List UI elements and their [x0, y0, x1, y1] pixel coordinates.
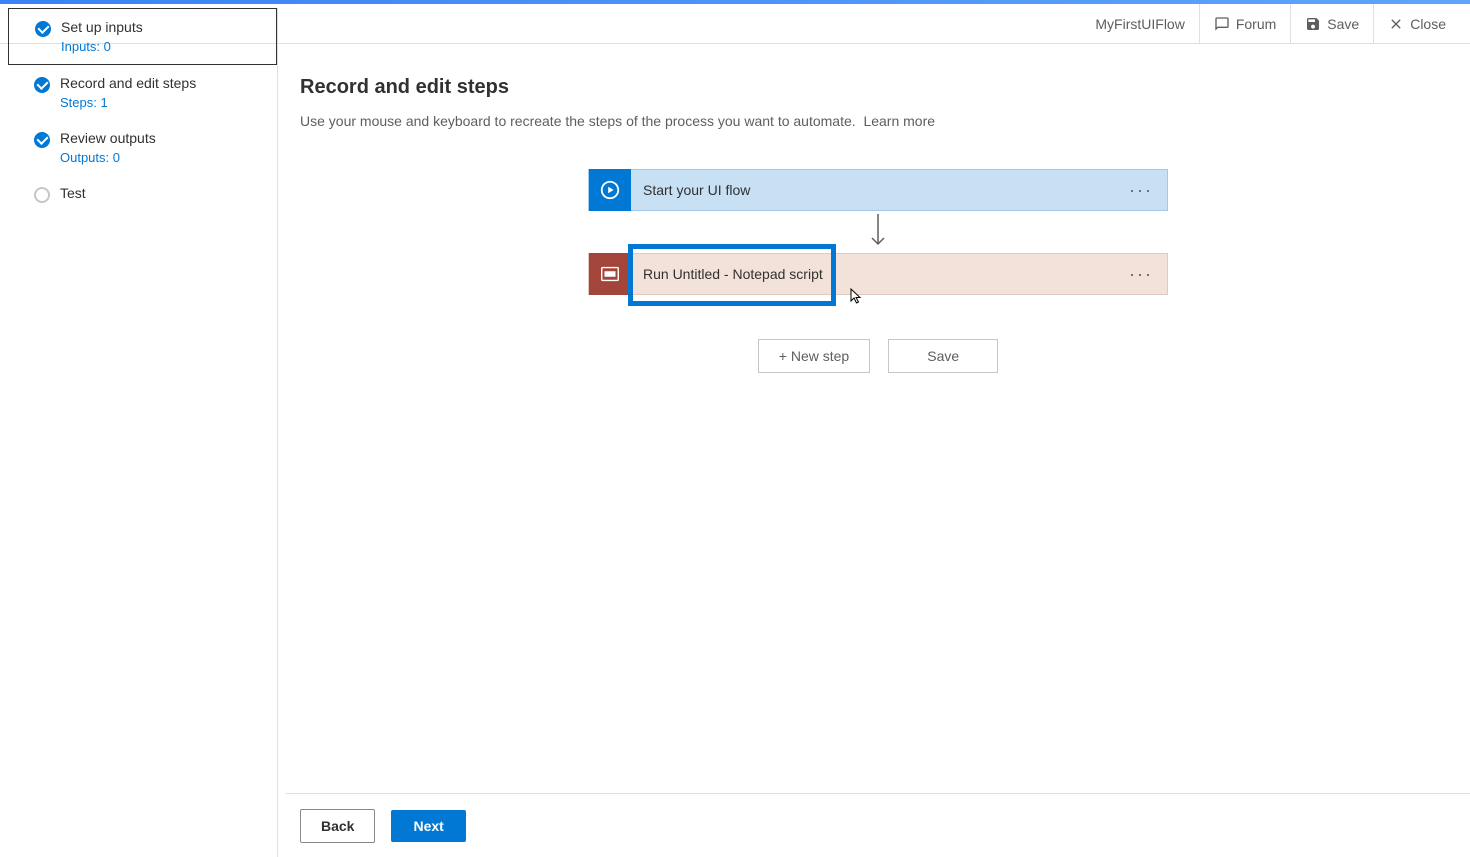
play-icon — [589, 169, 631, 211]
sidebar-step-record[interactable]: Record and edit steps Steps: 1 — [8, 65, 277, 120]
sidebar-step-test[interactable]: Test — [8, 175, 277, 215]
new-step-button[interactable]: + New step — [758, 339, 870, 373]
close-icon — [1388, 16, 1404, 32]
step-title: Review outputs — [60, 130, 265, 146]
header-save-button[interactable]: Save — [1290, 4, 1373, 44]
forum-button[interactable]: Forum — [1199, 4, 1290, 44]
check-icon — [34, 132, 50, 148]
step-content: Set up inputs Inputs: 0 — [61, 19, 264, 54]
card-ellipsis-icon[interactable]: ··· — [1115, 180, 1167, 201]
header-save-label: Save — [1327, 16, 1359, 32]
page-desc-text: Use your mouse and keyboard to recreate … — [300, 113, 856, 129]
back-button[interactable]: Back — [300, 809, 375, 843]
start-card-label: Start your UI flow — [631, 182, 1115, 198]
sidebar-step-inputs[interactable]: Set up inputs Inputs: 0 — [8, 8, 277, 65]
forum-icon — [1214, 16, 1230, 32]
app-icon — [589, 253, 631, 295]
circle-icon — [34, 187, 50, 203]
sidebar: Set up inputs Inputs: 0 Record and edit … — [8, 8, 278, 857]
close-label: Close — [1410, 16, 1446, 32]
flow-script-card[interactable]: Run Untitled - Notepad script ··· — [588, 253, 1168, 295]
canvas-save-button[interactable]: Save — [888, 339, 998, 373]
flow-actions: + New step Save — [758, 339, 998, 373]
close-button[interactable]: Close — [1373, 4, 1460, 44]
step-content: Review outputs Outputs: 0 — [60, 130, 265, 165]
arrow-connector — [868, 211, 888, 253]
step-title: Set up inputs — [61, 19, 264, 35]
script-card-label: Run Untitled - Notepad script — [631, 266, 1115, 282]
flow-name-text: MyFirstUIFlow — [1095, 16, 1184, 32]
sidebar-step-outputs[interactable]: Review outputs Outputs: 0 — [8, 120, 277, 175]
step-title: Test — [60, 185, 265, 201]
flow-start-card[interactable]: Start your UI flow ··· — [588, 169, 1168, 211]
flow-canvas: Start your UI flow ··· Run Untitled - No… — [448, 169, 1308, 373]
learn-more-link[interactable]: Learn more — [863, 113, 935, 129]
flow-name-label: MyFirstUIFlow — [1081, 4, 1198, 44]
card-ellipsis-icon[interactable]: ··· — [1115, 264, 1167, 285]
page-title: Record and edit steps — [300, 76, 1456, 99]
check-icon — [35, 21, 51, 37]
forum-label: Forum — [1236, 16, 1276, 32]
step-content: Test — [60, 185, 265, 201]
step-title: Record and edit steps — [60, 75, 265, 91]
footer-bar: Back Next — [286, 793, 1470, 857]
next-button[interactable]: Next — [391, 810, 465, 842]
cursor-icon — [849, 288, 865, 304]
step-subtitle: Steps: 1 — [60, 95, 265, 110]
check-icon — [34, 77, 50, 93]
page-description: Use your mouse and keyboard to recreate … — [300, 113, 1456, 129]
step-subtitle: Outputs: 0 — [60, 150, 265, 165]
step-content: Record and edit steps Steps: 1 — [60, 75, 265, 110]
main-content: Record and edit steps Use your mouse and… — [286, 44, 1470, 793]
step-subtitle: Inputs: 0 — [61, 39, 264, 54]
save-icon — [1305, 16, 1321, 32]
